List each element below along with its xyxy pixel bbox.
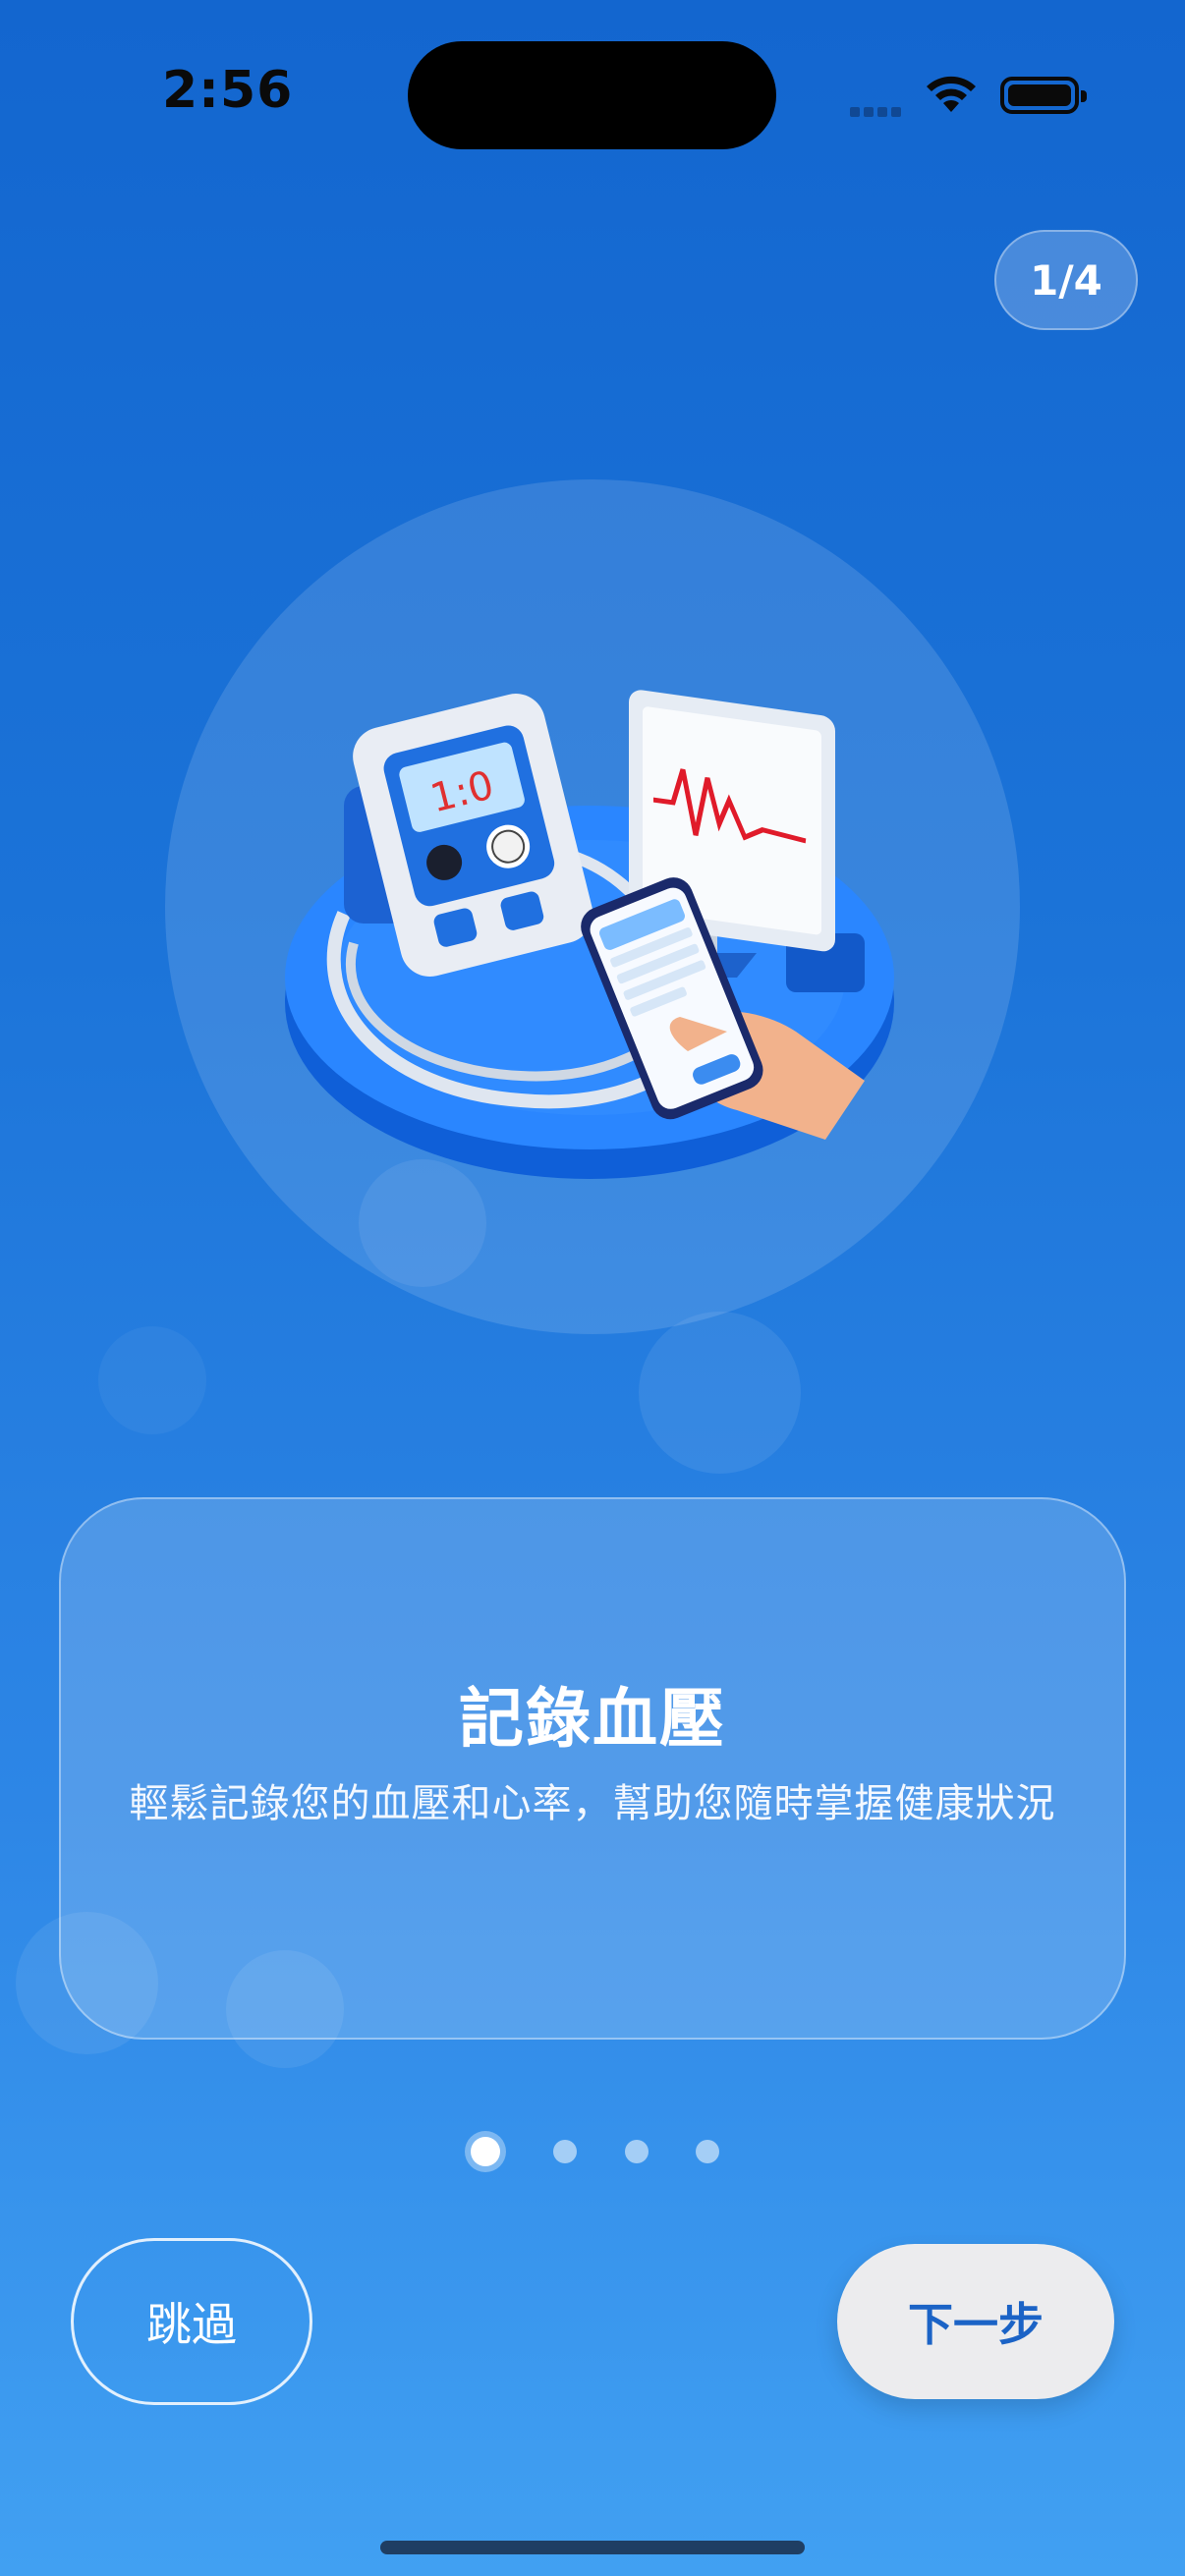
- card-description: 輕鬆記錄您的血壓和心率，幫助您隨時掌握健康狀況: [129, 1781, 1056, 1826]
- next-button[interactable]: 下一步: [837, 2244, 1114, 2399]
- blood-pressure-illustration: 1:0: [285, 690, 894, 1179]
- pagination-dot-2[interactable]: [553, 2140, 577, 2163]
- status-bar: 2:56: [0, 0, 1185, 187]
- cellular-signal-icon: [850, 102, 905, 117]
- home-indicator[interactable]: [380, 2541, 805, 2554]
- decorative-bubble: [639, 1312, 801, 1474]
- battery-icon: [1000, 77, 1087, 114]
- pagination-dot-1[interactable]: [471, 2137, 500, 2166]
- pagination-dots: [0, 2122, 1185, 2181]
- status-time: 2:56: [162, 61, 294, 120]
- skip-button[interactable]: 跳過: [71, 2238, 312, 2405]
- dynamic-island: [408, 41, 776, 149]
- card-title: 記錄血壓: [459, 1681, 726, 1757]
- pagination-dot-3[interactable]: [625, 2140, 649, 2163]
- decorative-bubble: [98, 1326, 206, 1434]
- info-card: 記錄血壓 輕鬆記錄您的血壓和心率，幫助您隨時掌握健康狀況: [59, 1497, 1126, 2040]
- page-counter-badge: 1/4: [994, 230, 1138, 330]
- wifi-icon: [927, 76, 976, 112]
- pagination-dot-4[interactable]: [696, 2140, 719, 2163]
